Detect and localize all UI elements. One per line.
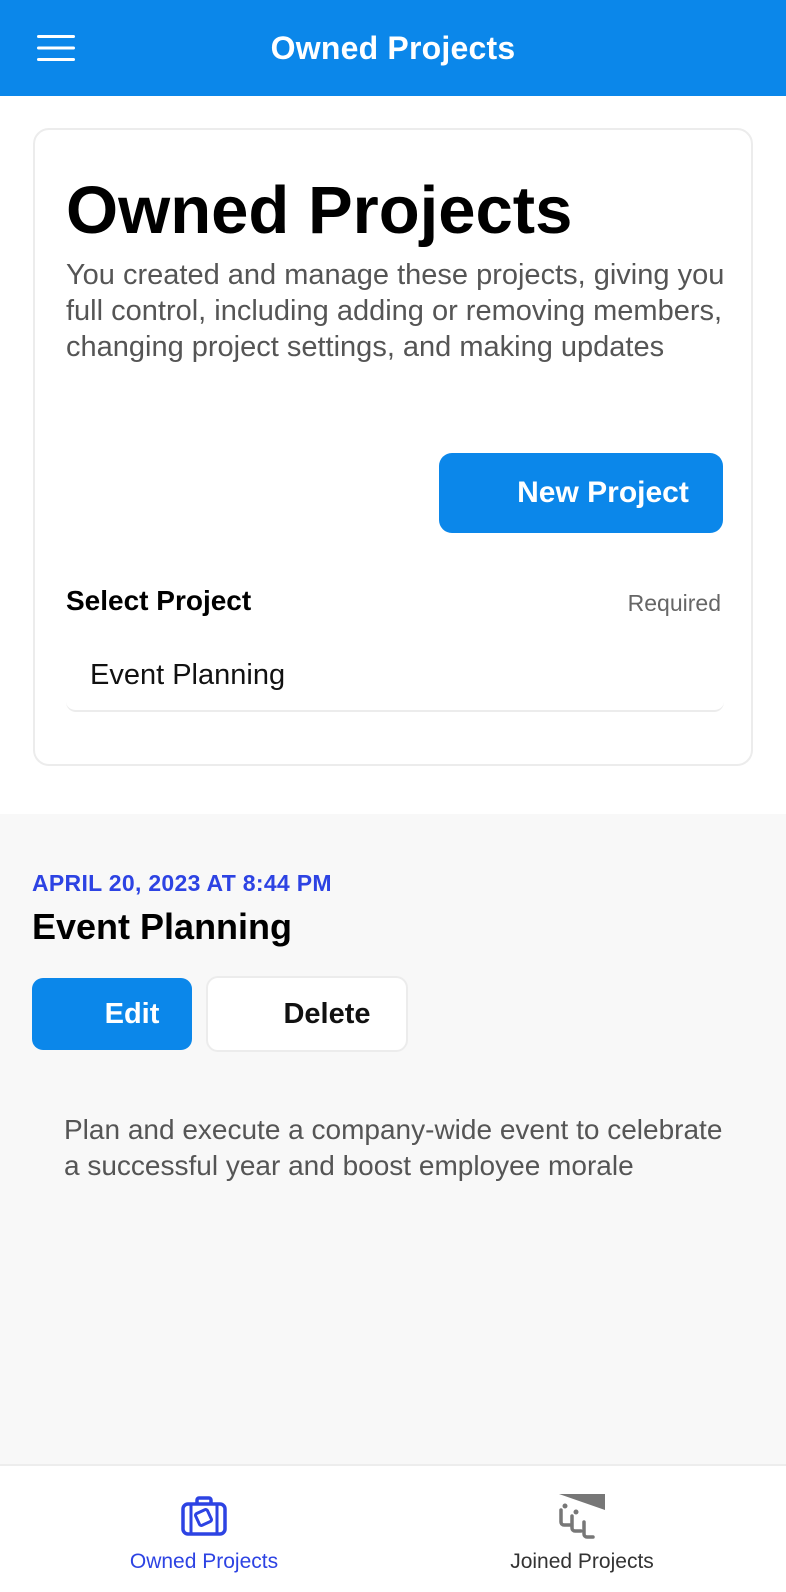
required-indicator: Required (627, 590, 721, 616)
new-project-button[interactable]: New Project (439, 453, 723, 533)
edit-button[interactable]: Edit (32, 978, 192, 1050)
tab-owned-projects[interactable]: Owned Projects (64, 1466, 344, 1592)
select-project-dropdown[interactable]: Event Planning (66, 640, 724, 712)
tab-joined-projects[interactable]: Joined Projects (442, 1466, 722, 1592)
app-bar: Owned Projects (0, 0, 786, 96)
project-description: Plan and execute a company-wide event to… (64, 1114, 723, 1181)
project-detail: APRIL 20, 2023 AT 8:44 PM Event Planning… (0, 814, 786, 1464)
project-title: Event Planning (32, 906, 293, 947)
project-date: APRIL 20, 2023 AT 8:44 PM (32, 870, 332, 896)
app-bar-title: Owned Projects (270, 29, 516, 66)
menu-button[interactable] (26, 24, 86, 72)
delete-button[interactable]: Delete (206, 976, 408, 1052)
bottom-navigation: Owned Projects Joined Projects (0, 1464, 786, 1592)
hamburger-menu-icon (37, 35, 75, 61)
tab-owned-projects-label: Owned Projects (129, 1550, 279, 1573)
page-description: You created and manage these projects, g… (66, 259, 725, 363)
page-title: Owned Projects (66, 173, 573, 248)
owned-projects-card: Owned Projects You created and manage th… (33, 128, 753, 766)
select-project-label: Select Project (66, 585, 252, 616)
briefcase-icon (178, 1490, 230, 1542)
meeting-table-icon (556, 1490, 608, 1542)
tab-joined-projects-label: Joined Projects (510, 1550, 654, 1573)
